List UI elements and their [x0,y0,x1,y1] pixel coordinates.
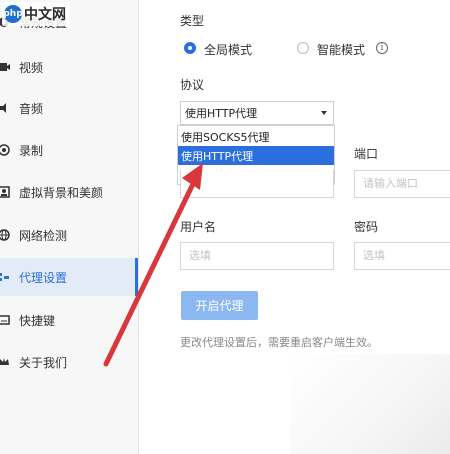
corner-watermark-noise [290,354,450,454]
watermark-text: 中文网 [24,7,66,23]
password-input[interactable]: 选填 [354,242,450,270]
sidebar-item-label: 视频 [19,60,44,75]
chevron-down-icon [321,111,327,115]
smart-mode-label[interactable]: 智能模式 [317,41,365,58]
speaker-icon [0,103,6,113]
info-icon[interactable]: i [376,42,388,54]
sidebar-item-network-test[interactable]: 网络检测 [0,216,138,254]
option-http[interactable]: 使用HTTP代理 [178,146,334,165]
radio-global-mode[interactable] [184,42,196,54]
watermark-logo: php [3,5,23,23]
site-watermark: php 中文网 [2,2,70,26]
protocol-label: 协议 [180,78,205,92]
sidebar-divider [138,0,139,454]
restart-hint: 更改代理设置后，需要重启客户端生效。 [180,336,378,349]
sidebar-item-virtual-background[interactable]: 虚拟背景和美颜 [0,173,138,211]
sidebar-item-label: 关于我们 [19,355,68,370]
sidebar-item-label: 录制 [19,143,44,158]
sidebar-item-record[interactable]: 录制 [0,131,138,169]
global-mode-label[interactable]: 全局模式 [204,41,252,58]
sidebar-item-video[interactable]: 视频 [0,48,138,86]
sidebar-item-label: 虚拟背景和美颜 [19,185,104,200]
sidebar-item-proxy-settings[interactable]: 代理设置 [0,258,138,296]
sidebar-item-shortcuts[interactable]: 快捷键 [0,301,138,339]
sidebar-item-about-us[interactable]: 关于我们 [0,343,138,381]
sidebar-item-label: 代理设置 [19,270,68,285]
record-icon [0,144,10,156]
sidebar-item-label: 快捷键 [19,313,56,328]
enable-proxy-button[interactable]: 开启代理 [181,291,258,320]
proxy-icon [0,273,9,281]
option-socks5[interactable]: 使用SOCKS5代理 [178,127,334,146]
server-address-input[interactable] [180,170,334,198]
username-label: 用户名 [180,220,217,234]
crown-icon [0,358,9,365]
type-label: 类型 [180,14,205,28]
username-input[interactable]: 选填 [180,242,334,270]
video-icon [0,63,10,71]
sidebar-item-audio[interactable]: 音频 [0,89,138,127]
port-label: 端口 [354,147,379,161]
port-input[interactable]: 请输入端口 [354,170,450,198]
protocol-select[interactable]: 使用HTTP代理 [180,101,334,125]
globe-icon [0,229,10,241]
password-label: 密码 [354,220,379,234]
keyboard-icon [0,315,10,325]
portrait-icon [0,186,10,198]
radio-smart-mode[interactable] [297,42,309,54]
sidebar-item-label: 音频 [19,101,44,116]
protocol-select-value: 使用HTTP代理 [185,107,258,120]
sidebar: 常规设置 视频 音频 录制 虚拟背景和美颜 网络检测 代理设置 快捷键 关于我们 [0,0,138,454]
sidebar-item-label: 网络检测 [19,228,68,243]
